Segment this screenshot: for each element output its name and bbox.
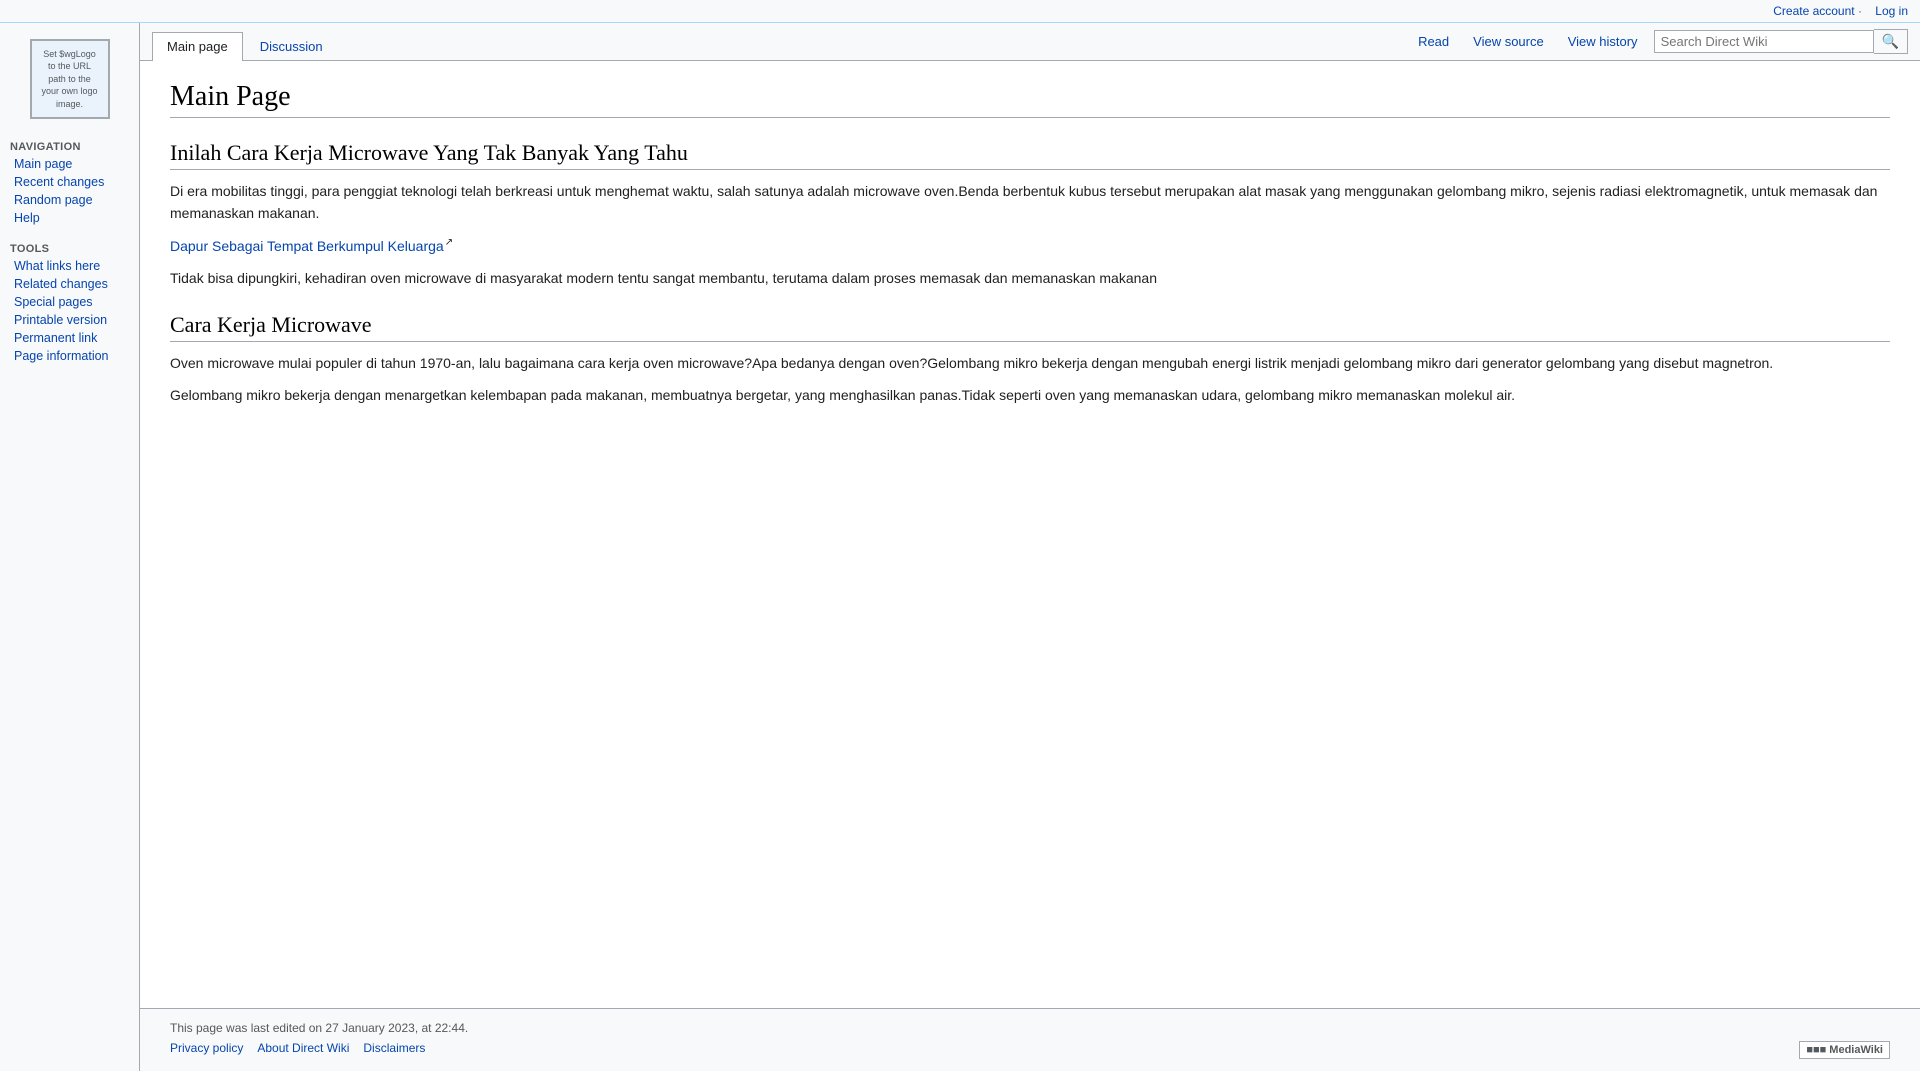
footer-links: Privacy policy About Direct Wiki Disclai… [170,1041,1890,1059]
powered-by-badge: ■■■ MediaWiki [1799,1041,1890,1059]
section-microwave-link-para: Dapur Sebagai Tempat Berkumpul Keluarga↗ [170,235,1890,257]
section-heading-microwave: Inilah Cara Kerja Microwave Yang Tak Ban… [170,140,1890,170]
logo-line1: Set $wgLogo [43,48,96,61]
mediawiki-logo: ■■■ MediaWiki [1806,1044,1883,1056]
section-cara-kerja-para1: Oven microwave mulai populer di tahun 19… [170,352,1890,374]
logo-line5: image. [56,98,83,111]
external-link-icon: ↗ [445,237,453,248]
section-cara-kerja-para2: Gelombang mikro bekerja dengan menargetk… [170,384,1890,406]
logo-line4: your own logo [41,85,97,98]
tab-discussion[interactable]: Discussion [245,32,338,61]
section-microwave-para1: Di era mobilitas tinggi, para penggiat t… [170,180,1890,225]
navigation-nav: Main page Recent changes Random page Hel… [0,155,139,227]
logo-line3: path to the [48,73,91,86]
tools-section: Tools What links here Related changes Sp… [0,239,139,365]
footer-link-about[interactable]: About Direct Wiki [257,1041,349,1059]
sidebar-item-printable-version[interactable]: Printable version [0,311,139,329]
sidebar-item-random-page[interactable]: Random page [0,191,139,209]
sidebar-item-page-information[interactable]: Page information [0,347,139,365]
tab-bar: Main page Discussion Read View source Vi… [140,23,1920,61]
footer-bottom: This page was last edited on 27 January … [170,1021,1890,1035]
sidebar-item-main-page[interactable]: Main page [0,155,139,173]
section-microwave-para-after: Tidak bisa dipungkiri, kehadiran oven mi… [170,267,1890,289]
tab-read[interactable]: Read [1410,30,1457,53]
log-in-link[interactable]: Log in [1875,4,1908,18]
sidebar-item-what-links-here[interactable]: What links here [0,257,139,275]
sidebar-item-special-pages[interactable]: Special pages [0,293,139,311]
search-input[interactable] [1654,30,1874,53]
sidebar-item-permanent-link[interactable]: Permanent link [0,329,139,347]
navigation-label: Navigation [0,137,139,155]
top-bar: Create account · Log in [0,0,1920,23]
footer-link-disclaimers[interactable]: Disclaimers [363,1041,425,1059]
tools-label: Tools [0,239,139,257]
search-form: 🔍 [1654,29,1908,54]
logo-line2: to the URL [48,60,91,73]
tab-view-source[interactable]: View source [1465,30,1552,53]
section-heading-cara-kerja: Cara Kerja Microwave [170,312,1890,342]
footer: This page was last edited on 27 January … [140,1008,1920,1071]
tab-bar-left: Main page Discussion [152,23,340,60]
footer-last-edited: This page was last edited on 27 January … [170,1021,468,1035]
site-logo: Set $wgLogo to the URL path to the your … [30,39,110,119]
sidebar-item-recent-changes[interactable]: Recent changes [0,173,139,191]
sidebar-item-help[interactable]: Help [0,209,139,227]
sidebar: Set $wgLogo to the URL path to the your … [0,23,140,1071]
tools-nav: What links here Related changes Special … [0,257,139,365]
nav-section: Navigation Main page Recent changes Rand… [0,137,139,227]
search-button[interactable]: 🔍 [1874,29,1908,54]
tab-bar-right: Read View source View history 🔍 [1410,23,1908,60]
page-title: Main Page [170,81,1890,118]
page-content: Main Page Inilah Cara Kerja Microwave Ya… [140,61,1920,1008]
tab-main-page[interactable]: Main page [152,32,243,61]
logo-area: Set $wgLogo to the URL path to the your … [0,31,139,127]
tab-view-history[interactable]: View history [1560,30,1646,53]
sidebar-item-related-changes[interactable]: Related changes [0,275,139,293]
create-account-link[interactable]: Create account [1773,4,1854,18]
footer-link-privacy[interactable]: Privacy policy [170,1041,243,1059]
dapur-link[interactable]: Dapur Sebagai Tempat Berkumpul Keluarga [170,238,444,254]
